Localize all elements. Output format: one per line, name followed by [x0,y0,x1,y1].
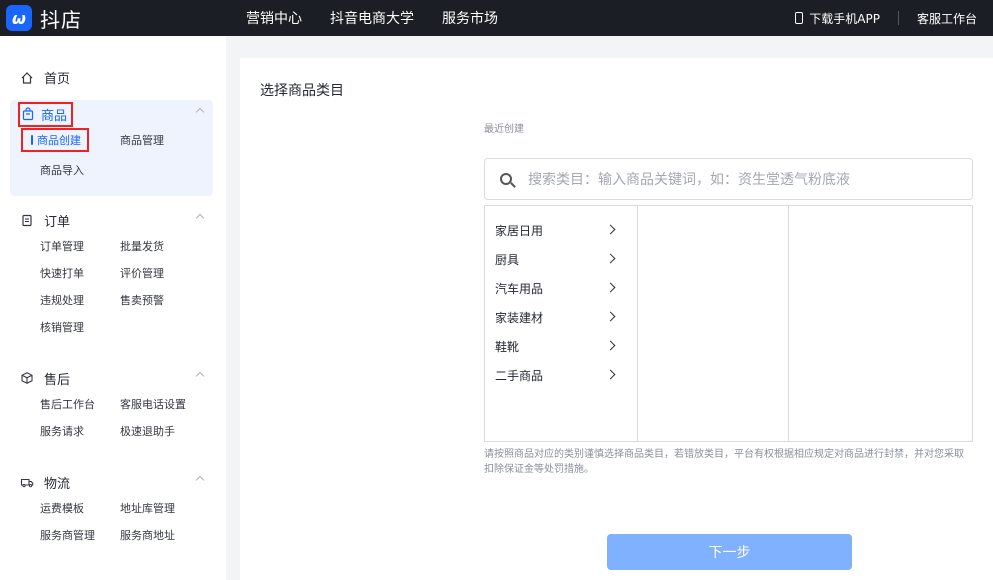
brand-name: 抖店 [40,7,82,32]
top-nav-university[interactable]: 抖音电商大学 [330,8,414,28]
box-icon [21,372,33,384]
section-items: 运费模板 地址库管理 服务商管理 服务商地址 [10,500,213,544]
clipboard-icon [22,214,32,227]
category-column-2 [638,206,789,441]
category-item[interactable]: 汽车用品 [485,274,637,303]
category-search-input[interactable]: 搜索类目：输入商品关键词，如：资生堂透气粉底液 [484,158,973,200]
logo-icon: ω [6,5,32,31]
sidebar-item-batch-ship[interactable]: 批量发货 [120,238,220,255]
sidebar-item-home[interactable]: 首页 [20,68,70,87]
chevron-right-icon [605,224,616,235]
phone-icon [795,12,804,24]
chevron-right-icon [605,311,616,322]
sidebar-item-verification[interactable]: 核销管理 [40,319,120,336]
sidebar-item-freight-template[interactable]: 运费模板 [40,500,120,517]
section-header-order[interactable]: 订单 [10,206,213,234]
section-items: 售后工作台 客服电话设置 服务请求 极速退助手 [10,396,213,440]
sidebar-item-product-create[interactable]: 商品创建 [21,128,89,152]
sidebar-item-aftersale-workbench[interactable]: 售后工作台 [40,396,120,413]
section-title: 订单 [44,214,71,230]
active-indicator [31,135,33,145]
sidebar-item-order-manage[interactable]: 订单管理 [40,238,120,255]
category-selector: 家居日用 厨具 汽车用品 家装建材 鞋靴 二手商品 [484,205,973,442]
chevron-right-icon [605,369,616,380]
chevron-up-icon[interactable] [195,475,205,485]
truck-icon [20,478,34,488]
top-right: 下载手机APP 客服工作台 [795,0,977,36]
sidebar-item-cs-phone-settings[interactable]: 客服电话设置 [120,396,220,413]
customer-service-link[interactable]: 客服工作台 [917,10,977,27]
section-items: 商品创建 商品管理 商品导入 [10,128,213,179]
search-placeholder: 搜索类目：输入商品关键词，如：资生堂透气粉底液 [528,172,850,188]
page-title: 选择商品类目 [260,83,344,99]
sidebar-item-service-request[interactable]: 服务请求 [40,423,120,440]
sidebar-section-logistics: 物流 运费模板 地址库管理 服务商管理 服务商地址 [10,468,213,544]
home-icon [21,71,33,84]
download-app-link[interactable]: 下载手机APP [795,10,880,27]
main-panel: 选择商品类目 最近创建 搜索类目：输入商品关键词，如：资生堂透气粉底液 家居日用… [240,58,993,580]
section-header-product[interactable]: 商品 [10,100,213,128]
top-nav-marketing[interactable]: 营销中心 [246,8,302,28]
category-item[interactable]: 厨具 [485,245,637,274]
sidebar-item-product-manage[interactable]: 商品管理 [120,132,220,149]
top-bar: ω 抖店 营销中心 抖音电商大学 服务市场 下载手机APP 客服工作台 [0,0,993,36]
sidebar-item-product-import[interactable]: 商品导入 [40,162,120,179]
sidebar-home-label: 首页 [44,72,71,87]
sidebar-item-violation[interactable]: 违规处理 [40,292,120,309]
recent-label: 最近创建 [484,124,524,135]
sidebar-item-provider-manage[interactable]: 服务商管理 [40,527,120,544]
category-item[interactable]: 家居日用 [485,216,637,245]
section-header-aftersale[interactable]: 售后 [10,364,213,392]
category-column-1: 家居日用 厨具 汽车用品 家装建材 鞋靴 二手商品 [485,206,638,441]
chevron-up-icon[interactable] [195,371,205,381]
top-nav-service-market[interactable]: 服务市场 [442,8,498,28]
chevron-up-icon[interactable] [195,213,205,223]
chevron-right-icon [605,340,616,351]
section-title: 商品 [41,108,68,124]
section-title: 售后 [44,372,71,388]
sidebar: 首页 商品 商品创建 商品管理 商品导入 订单 订单管理 批量发货 快速打单 评… [0,36,226,580]
logo[interactable]: ω 抖店 [6,4,228,33]
sidebar-item-fast-refund[interactable]: 极速退助手 [120,423,220,440]
sidebar-section-aftersale: 售后 售后工作台 客服电话设置 服务请求 极速退助手 [10,364,213,440]
bag-icon [22,107,34,121]
highlight-box: 商品 [18,101,74,127]
chevron-up-icon[interactable] [195,107,205,117]
sidebar-item-quick-print[interactable]: 快速打单 [40,265,120,282]
top-nav: 营销中心 抖音电商大学 服务市场 [228,8,508,28]
chevron-right-icon [605,253,616,264]
divider [897,11,899,25]
next-step-button[interactable]: 下一步 [607,534,852,570]
sidebar-item-provider-address[interactable]: 服务商地址 [120,527,220,544]
sidebar-item-address-library[interactable]: 地址库管理 [120,500,220,517]
section-title: 物流 [44,476,71,492]
sidebar-section-product: 商品 商品创建 商品管理 商品导入 [10,100,213,196]
sidebar-item-review-manage[interactable]: 评价管理 [120,265,220,282]
search-icon [500,173,512,185]
section-items: 订单管理 批量发货 快速打单 评价管理 违规处理 售卖预警 核销管理 [10,238,213,336]
category-notice: 请按照商品对应的类别谨慎选择商品类目，若错放类目，平台有权根据相应规定对商品进行… [484,449,964,475]
category-item[interactable]: 鞋靴 [485,332,637,361]
section-header-logistics[interactable]: 物流 [10,468,213,496]
download-app-label: 下载手机APP [809,11,880,26]
category-item[interactable]: 二手商品 [485,361,637,390]
category-item[interactable]: 家装建材 [485,303,637,332]
sidebar-item-sales-alert[interactable]: 售卖预警 [120,292,220,309]
sidebar-section-order: 订单 订单管理 批量发货 快速打单 评价管理 违规处理 售卖预警 核销管理 [10,206,213,336]
chevron-right-icon [605,282,616,293]
